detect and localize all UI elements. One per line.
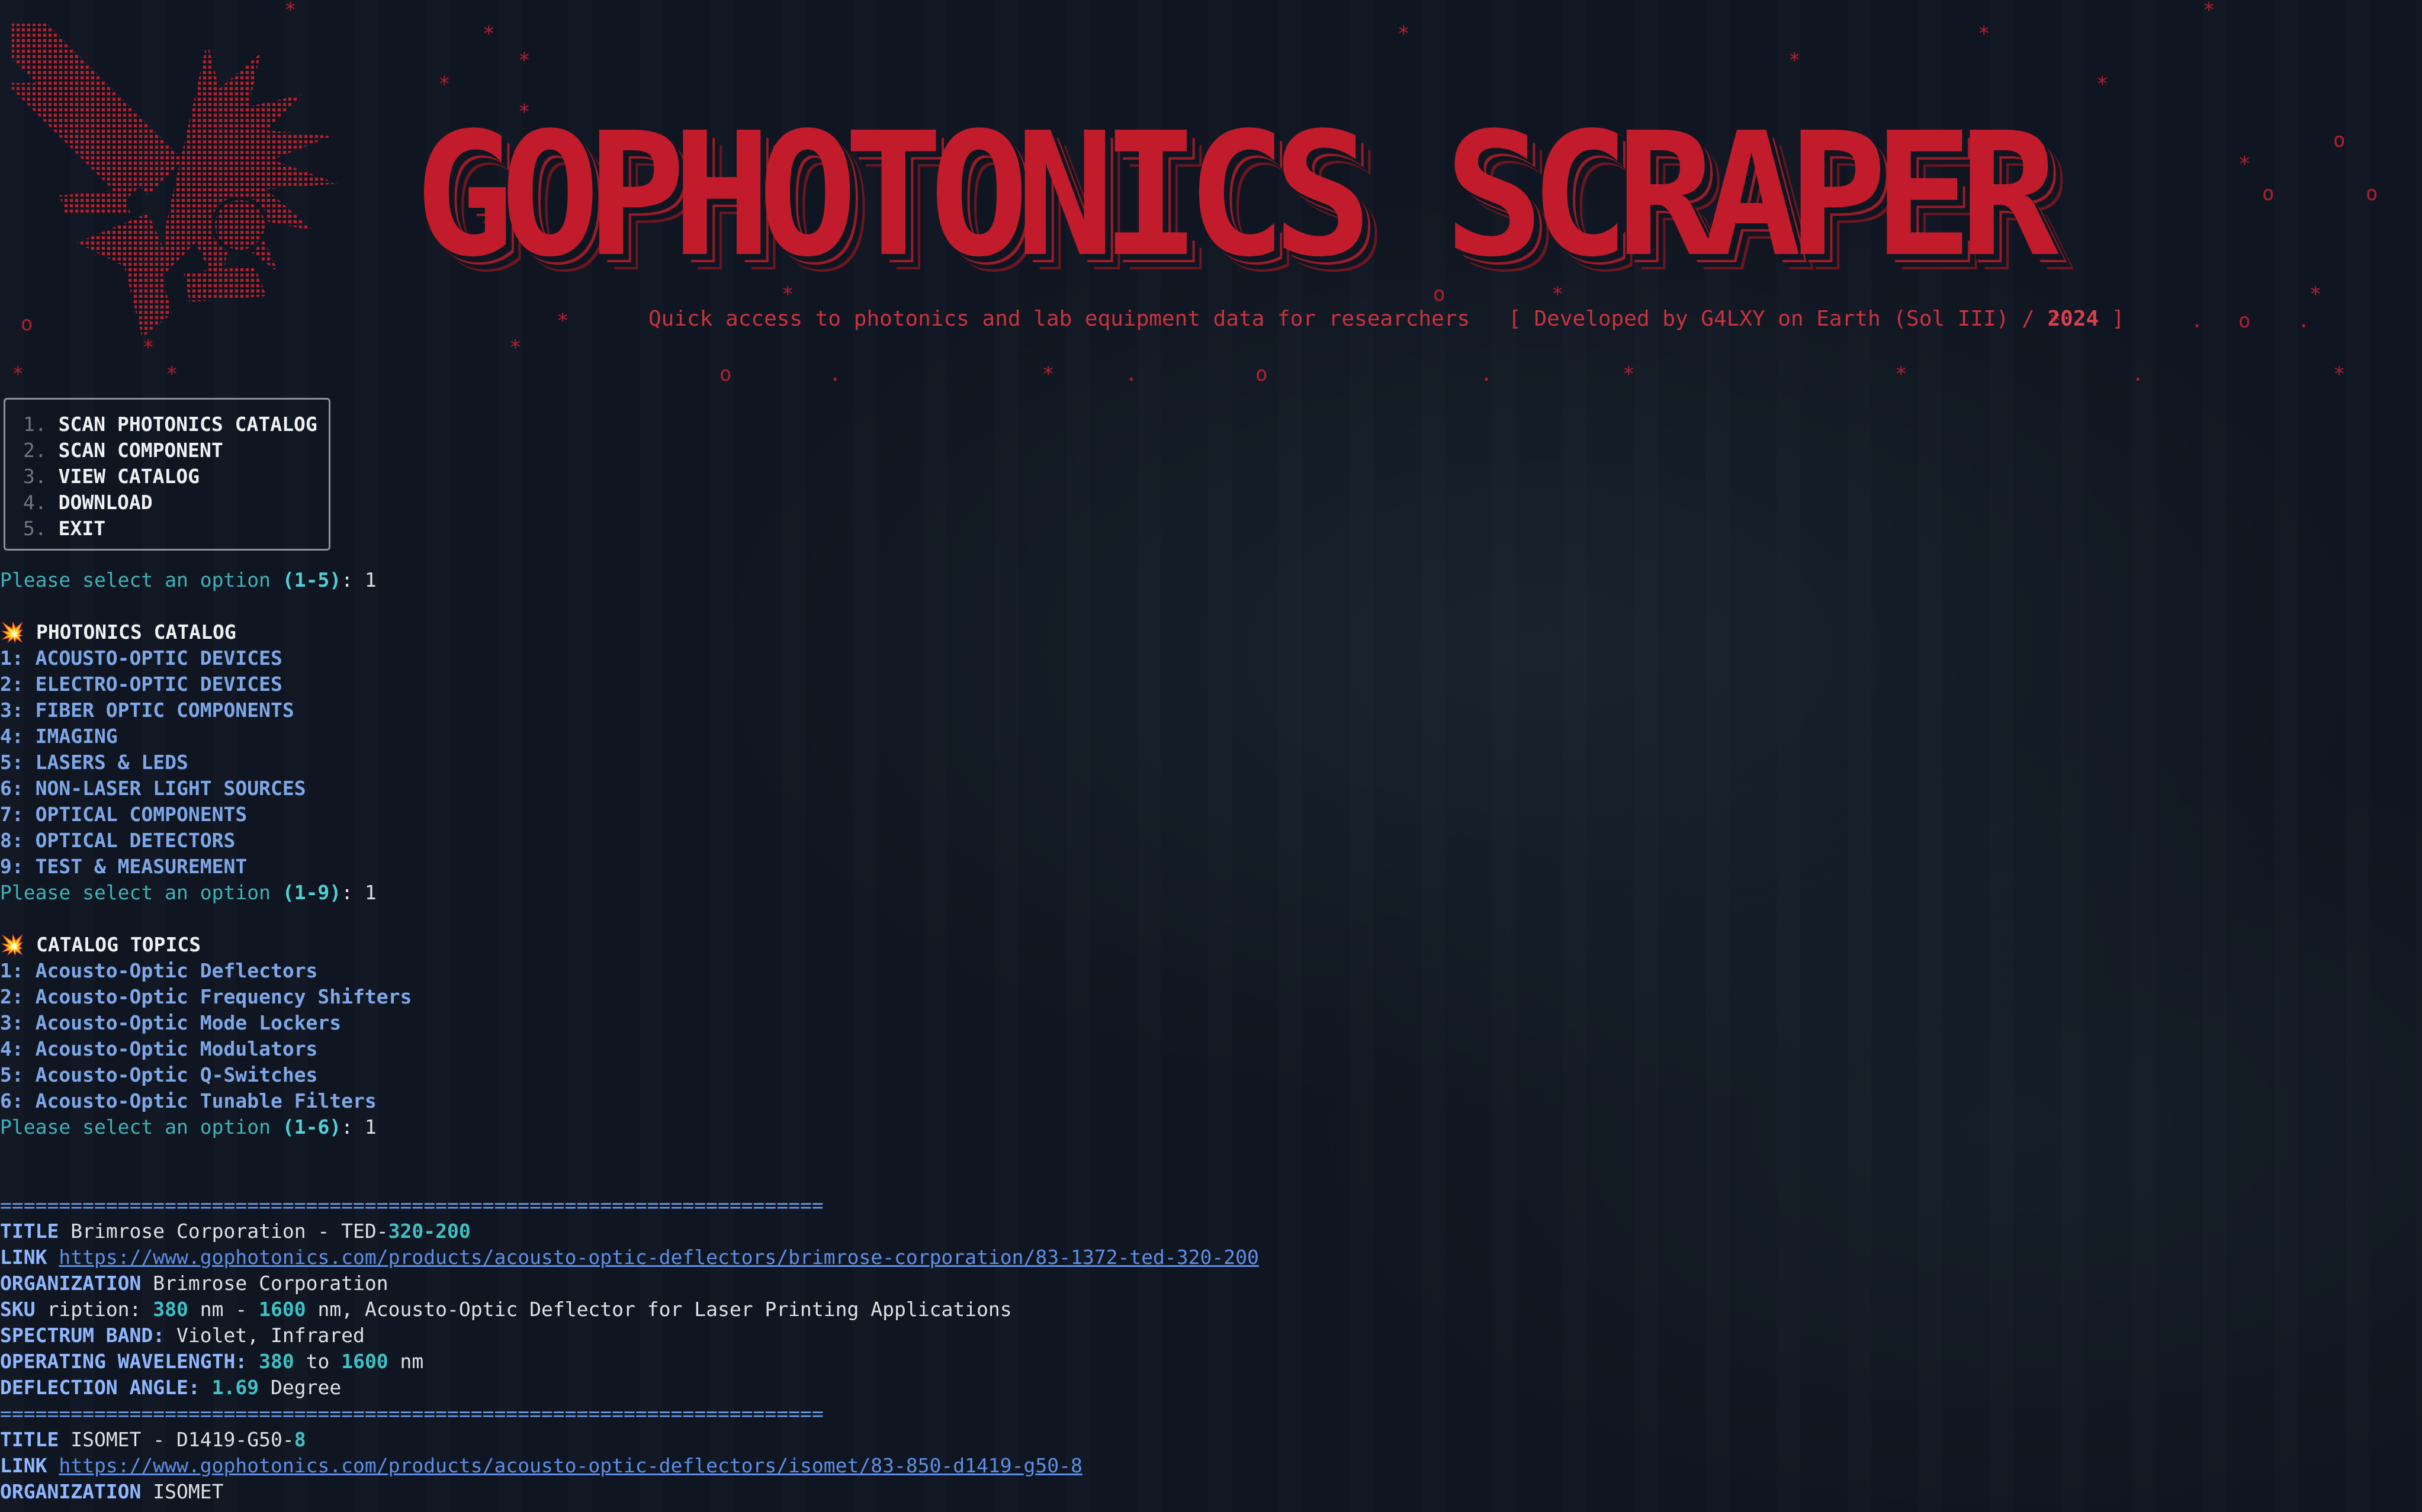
menu-item-label: EXIT [58,517,106,540]
field-value: ISOMET [141,1480,224,1503]
field-value: Brimrose Corporation - TED- [59,1220,388,1243]
prompt-text: Please select an option [0,568,282,591]
menu-item-number: 4. [23,491,47,514]
collision-icon: 💥 [0,620,25,644]
catalog-option-7[interactable]: 7: OPTICAL COMPONENTS [0,802,247,828]
menu-item-label: SCAN COMPONENT [58,439,223,462]
field-number: 380 [153,1298,188,1321]
main-menu-prompt[interactable]: Please select an option (1-5): 1 [0,567,377,593]
field-key: DEFLECTION ANGLE: [0,1376,200,1399]
developer-credit-open: [ Developed by G4LXY on Earth (Sol III) … [1508,307,2048,331]
topic-option-1[interactable]: 1: Acousto-Optic Deflectors [0,958,317,984]
field-key: SKU [0,1298,36,1321]
developer-credit-close: ] [2099,307,2125,331]
field-key: TITLE [0,1220,59,1243]
field-value: Violet, Infrared [165,1324,365,1347]
field-key: SPECTRUM BAND: [0,1324,165,1347]
tagline: Quick access to photonics and lab equipm… [648,307,2125,331]
catalog-option-3[interactable]: 3: FIBER OPTIC COMPONENTS [0,697,294,723]
menu-item-label: SCAN PHOTONICS CATALOG [58,413,317,436]
prompt-range: (1-9) [282,881,342,904]
prompt-range: (1-6) [282,1115,342,1138]
topic-option-3[interactable]: 3: Acousto-Optic Mode Lockers [0,1010,341,1036]
record-wavelength: OPERATING WAVELENGTH: 380 to 1600 nm [0,1349,423,1375]
field-value: ISOMET - D1419-G50- [59,1428,294,1451]
menu-item-label: VIEW CATALOG [58,465,200,488]
field-key: LINK [0,1454,47,1477]
field-value: nm, Acousto-Optic Deflector for Laser Pr… [306,1298,1012,1321]
field-value: nm - [188,1298,259,1321]
logo-icon [12,24,338,337]
catalog-prompt[interactable]: Please select an option (1-9): 1 [0,880,377,906]
field-number: 8 [294,1428,306,1451]
catalog-option-2[interactable]: 2: ELECTRO-OPTIC DEVICES [0,671,282,697]
field-number: 1600 [341,1350,388,1373]
separator: ========================================… [0,1402,824,1425]
field-key: LINK [0,1246,47,1269]
field-key: OPERATING WAVELENGTH: [0,1350,248,1373]
field-value: Degree [259,1376,342,1399]
field-value: Brimrose Corporation [141,1272,388,1295]
catalog-option-9[interactable]: 9: TEST & MEASUREMENT [0,854,247,880]
record-spectrum-band: SPECTRUM BAND: Violet, Infrared [0,1323,365,1349]
field-key: ORGANIZATION [0,1480,142,1503]
record-link: LINK https://www.gophotonics.com/product… [0,1453,1082,1479]
topics-heading: 💥 CATALOG TOPICS [0,932,201,958]
field-value: nm [388,1350,424,1373]
menu-item-download[interactable]: 4. DOWNLOAD [23,490,329,516]
main-menu: 1. SCAN PHOTONICS CATALOG 2. SCAN COMPON… [4,398,330,551]
field-number: 380 [259,1350,294,1373]
developer-year: 2024 [2047,307,2099,331]
menu-item-number: 3. [23,465,47,488]
prompt-answer: : 1 [341,1115,377,1138]
topics-prompt[interactable]: Please select an option (1-6): 1 [0,1114,377,1140]
app-title: GOPHOTONICS SCRAPER [415,96,2059,294]
topic-option-6[interactable]: 6: Acousto-Optic Tunable Filters [0,1088,377,1114]
menu-item-exit[interactable]: 5. EXIT [23,516,329,542]
menu-item-view-catalog[interactable]: 3. VIEW CATALOG [23,464,329,490]
prompt-answer: : 1 [341,568,377,591]
field-value: to [294,1350,342,1373]
topic-option-5[interactable]: 5: Acousto-Optic Q-Switches [0,1062,317,1088]
field-value: ription: [35,1298,153,1321]
product-link[interactable]: https://www.gophotonics.com/products/aco… [59,1454,1082,1477]
menu-item-number: 1. [23,413,47,436]
record-organization: ORGANIZATION ISOMET [0,1479,224,1505]
record-sku: SKU ription: 380 nm - 1600 nm, Acousto-O… [0,1297,1012,1323]
field-key: TITLE [0,1428,59,1451]
catalog-option-8[interactable]: 8: OPTICAL DETECTORS [0,828,235,854]
menu-item-number: 2. [23,439,47,462]
catalog-option-5[interactable]: 5: LASERS & LEDS [0,749,188,776]
field-key: ORGANIZATION [0,1272,142,1295]
separator: ========================================… [0,1193,824,1217]
catalog-option-6[interactable]: 6: NON-LASER LIGHT SOURCES [0,776,306,802]
record-deflection-angle: DEFLECTION ANGLE: 1.69 Degree [0,1375,341,1401]
prompt-range: (1-5) [282,568,342,591]
menu-item-scan-component[interactable]: 2. SCAN COMPONENT [23,437,329,464]
prompt-text: Please select an option [0,881,282,904]
record-link: LINK https://www.gophotonics.com/product… [0,1244,1259,1270]
record-title: TITLE Brimrose Corporation - TED-320-200 [0,1218,471,1244]
catalog-option-4[interactable]: 4: IMAGING [0,723,118,749]
topics-heading-text: CATALOG TOPICS [36,933,201,956]
tagline-text: Quick access to photonics and lab equipm… [648,307,1470,331]
menu-item-label: DOWNLOAD [58,491,153,514]
record-organization: ORGANIZATION Brimrose Corporation [0,1270,388,1297]
prompt-answer: : 1 [341,881,377,904]
field-number: 1.69 [211,1376,259,1399]
menu-item-scan-photonics-catalog[interactable]: 1. SCAN PHOTONICS CATALOG [23,411,329,437]
topic-option-4[interactable]: 4: Acousto-Optic Modulators [0,1036,317,1062]
catalog-heading: 💥 PHOTONICS CATALOG [0,619,236,645]
field-number: 320-200 [388,1220,471,1243]
catalog-heading-text: PHOTONICS CATALOG [36,620,236,644]
prompt-text: Please select an option [0,1115,282,1138]
collision-icon: 💥 [0,933,25,956]
record-title: TITLE ISOMET - D1419-G50-8 [0,1427,306,1453]
catalog-option-1[interactable]: 1: ACOUSTO-OPTIC DEVICES [0,645,282,671]
field-number: 1600 [259,1298,306,1321]
topic-option-2[interactable]: 2: Acousto-Optic Frequency Shifters [0,984,412,1010]
product-link[interactable]: https://www.gophotonics.com/products/aco… [59,1246,1259,1269]
menu-item-number: 5. [23,517,47,540]
